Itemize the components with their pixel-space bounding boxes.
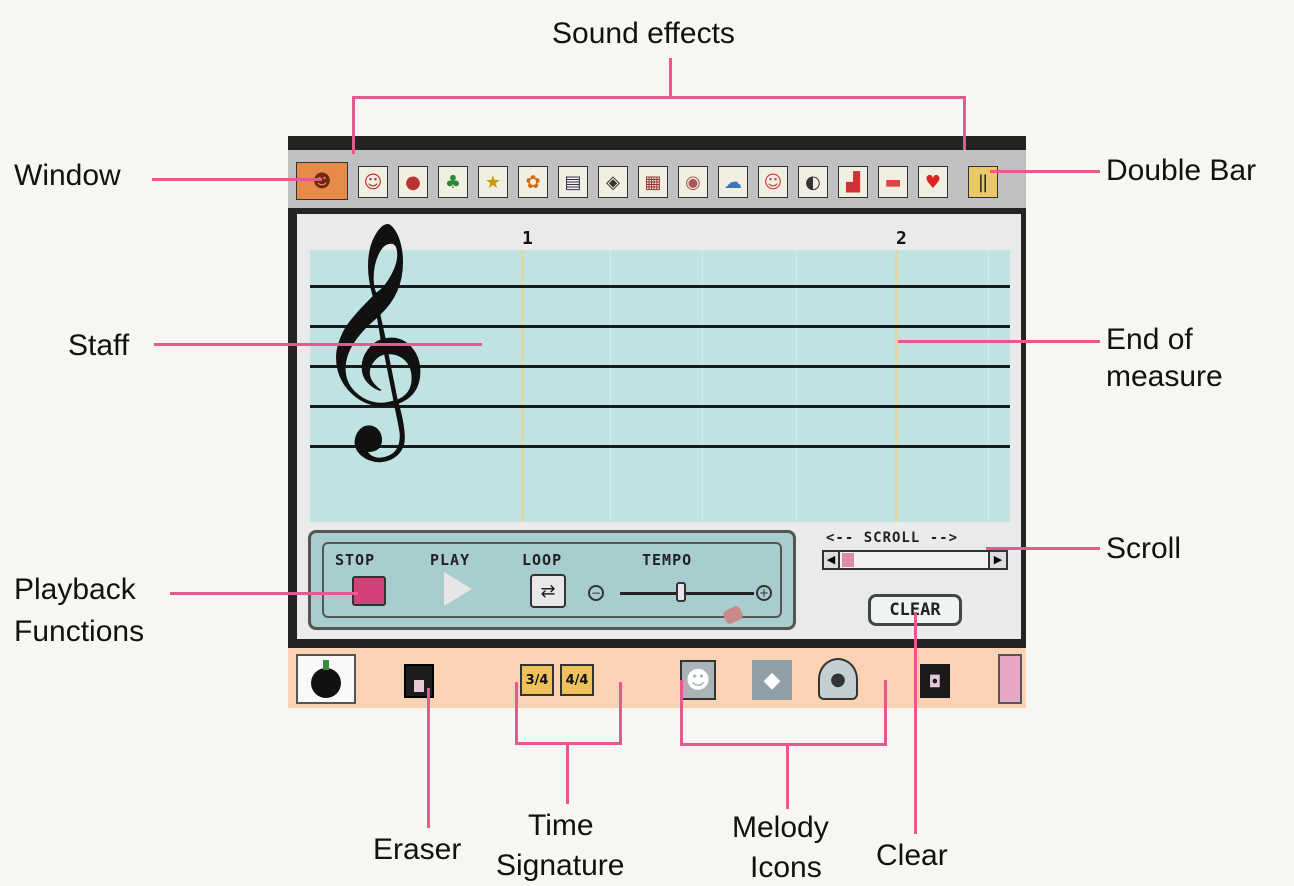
- end-of-measure-label-1: End of: [1106, 323, 1193, 356]
- grid-line: [796, 250, 797, 522]
- scroll-right-arrow-icon[interactable]: ▶: [988, 550, 1008, 570]
- treble-clef-icon: 𝄞: [312, 219, 431, 452]
- cat-icon[interactable]: ◈: [598, 166, 628, 198]
- measure-number-1: 1: [522, 228, 533, 249]
- scroll-header: <-- SCROLL -->: [826, 530, 959, 546]
- window-pointer: [152, 178, 322, 181]
- sound-effects-bracket-left: [352, 96, 355, 154]
- boat-icon[interactable]: ▟: [838, 166, 868, 198]
- playback-functions-label-1: Playback: [14, 573, 136, 606]
- grid-line: [988, 250, 989, 522]
- sound-effects-label: Sound effects: [552, 17, 735, 50]
- eraser-label: Eraser: [373, 833, 462, 866]
- mushroom-icon[interactable]: ●: [398, 166, 428, 198]
- car-icon[interactable]: ▦: [638, 166, 668, 198]
- bird-melody-icon[interactable]: ◆: [752, 660, 792, 700]
- time-signature-4-4[interactable]: 4/4: [560, 664, 594, 696]
- dog-melody-icon[interactable]: ◘: [920, 664, 950, 698]
- mario-face-icon[interactable]: ☻: [296, 162, 348, 200]
- end-of-measure-line: [895, 250, 898, 522]
- play-label: PLAY: [430, 551, 471, 569]
- mario-icon[interactable]: ☺: [358, 166, 388, 198]
- stop-label: STOP: [335, 551, 376, 569]
- heart-icon[interactable]: ♥: [918, 166, 948, 198]
- time-sig-bracket-stem: [566, 742, 569, 804]
- star-icon[interactable]: ★: [478, 166, 508, 198]
- dog-icon[interactable]: ◐: [798, 166, 828, 198]
- tempo-slider-track[interactable]: [620, 592, 754, 595]
- stop-button[interactable]: [352, 576, 386, 606]
- measure-number-2: 2: [896, 228, 907, 249]
- grid-line: [610, 250, 611, 522]
- sound-effects-bracket-right: [963, 96, 966, 150]
- double-bar-pointer: [990, 170, 1100, 173]
- pig-icon[interactable]: ◉: [678, 166, 708, 198]
- tempo-slider-handle[interactable]: [676, 582, 686, 602]
- playback-functions-label-2: Functions: [14, 615, 145, 648]
- end-of-measure-pointer: [898, 340, 1100, 343]
- eraser-pointer: [427, 688, 430, 828]
- clear-label: Clear: [876, 839, 948, 872]
- eraser-icon-detail: [414, 680, 424, 692]
- time-sig-bracket-left: [515, 682, 518, 744]
- playback-pointer: [170, 592, 358, 595]
- melody-bracket-left: [680, 680, 683, 746]
- right-edge-tab: [998, 654, 1022, 704]
- grid-line: [702, 250, 703, 522]
- melody-bracket-bottom: [680, 743, 887, 746]
- end-of-measure-label-2: measure: [1106, 360, 1223, 393]
- window-label: Window: [14, 159, 121, 192]
- loop-button[interactable]: ⇄: [530, 574, 566, 608]
- scroll-label: Scroll: [1106, 532, 1182, 565]
- ship-icon[interactable]: ▤: [558, 166, 588, 198]
- staff-label: Staff: [68, 329, 130, 362]
- staff-pointer: [154, 343, 482, 346]
- scroll-left-arrow-icon[interactable]: ◀: [822, 550, 840, 570]
- flower-icon[interactable]: ✿: [518, 166, 548, 198]
- melody-icons-label-1: Melody: [732, 811, 829, 844]
- cat-melody-icon[interactable]: ☻: [680, 660, 716, 700]
- bomb-fuse-icon: [323, 660, 329, 670]
- baby-icon[interactable]: ☁: [718, 166, 748, 198]
- double-bar-label: Double Bar: [1106, 154, 1257, 187]
- mushroom-melody-icon[interactable]: ●: [818, 658, 858, 700]
- time-signature-label-1: Time: [528, 809, 594, 842]
- loop-label: LOOP: [522, 551, 563, 569]
- tempo-decrease-icon[interactable]: −: [588, 585, 604, 601]
- face-icon[interactable]: ☺: [758, 166, 788, 198]
- melody-icons-label-2: Icons: [750, 851, 822, 884]
- tempo-increase-icon[interactable]: +: [756, 585, 772, 601]
- time-signature-label-2: Signature: [496, 849, 625, 882]
- measure-line-1: [521, 250, 524, 522]
- scroll-thumb[interactable]: [842, 553, 854, 567]
- sound-effects-bracket-stem: [669, 58, 672, 96]
- tempo-label: TEMPO: [642, 551, 693, 569]
- yoshi-icon[interactable]: ♣: [438, 166, 468, 198]
- bomb-icon: [311, 668, 341, 698]
- time-signature-3-4[interactable]: 3/4: [520, 664, 554, 696]
- play-button[interactable]: [444, 572, 472, 606]
- melody-bracket-right: [884, 680, 887, 746]
- scroll-pointer: [986, 547, 1100, 550]
- melody-bracket-stem: [786, 743, 789, 809]
- time-sig-bracket-right: [619, 682, 622, 744]
- sound-effects-bracket-top: [352, 96, 966, 99]
- car2-icon[interactable]: ▬: [878, 166, 908, 198]
- clear-pointer: [914, 612, 917, 834]
